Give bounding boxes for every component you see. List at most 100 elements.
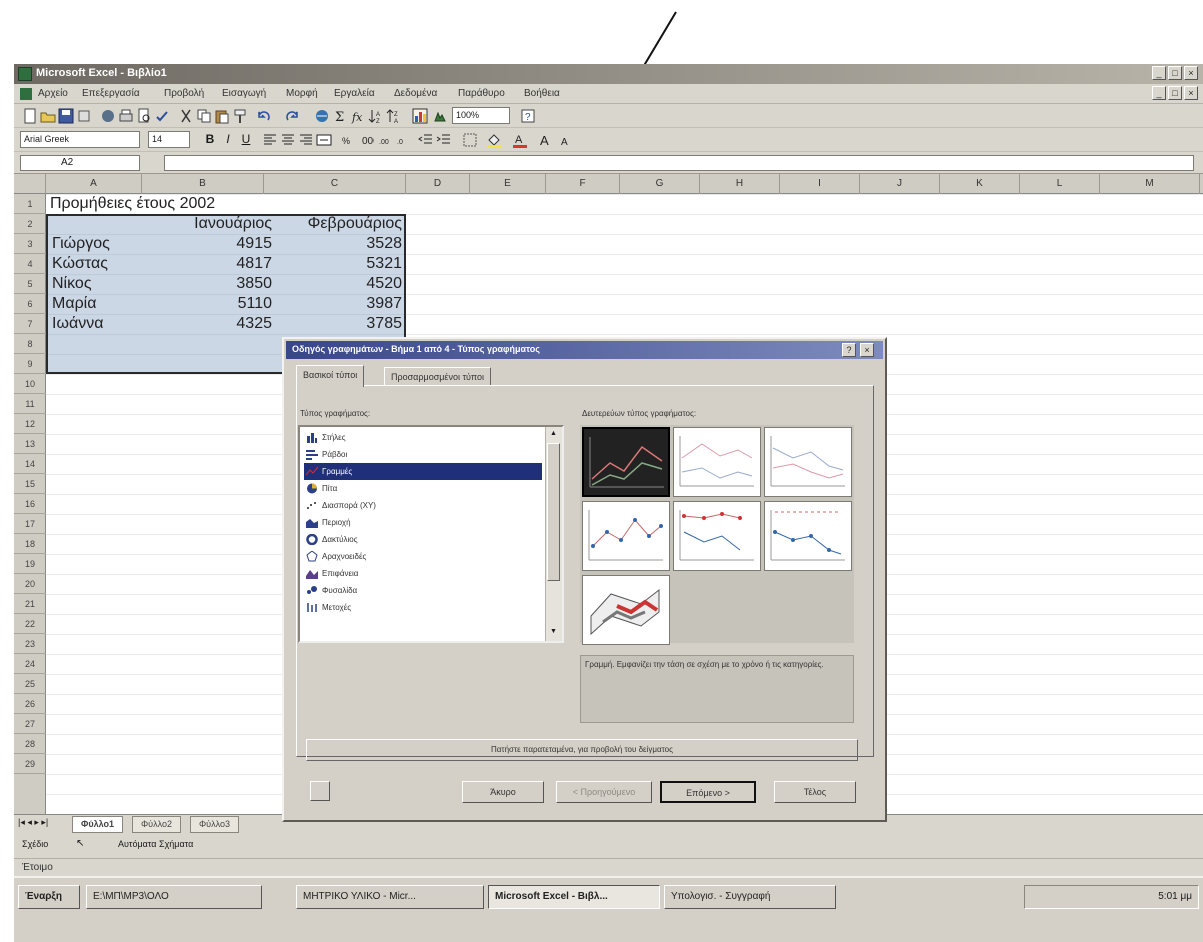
row-header[interactable]: 24 (14, 654, 46, 674)
table-cell[interactable]: Νίκος (52, 274, 92, 294)
underline-button[interactable]: U (238, 132, 254, 148)
menu-view[interactable]: Προβολή (164, 88, 204, 99)
maximize-button[interactable]: □ (1168, 66, 1182, 80)
list-item[interactable]: Στήλες (304, 429, 542, 446)
fill-color-icon[interactable] (486, 132, 502, 148)
list-item[interactable]: Επιφάνεια (304, 565, 542, 582)
cut-icon[interactable] (178, 108, 194, 124)
chart-type-list[interactable]: Στήλες Ράβδοι Γραμμές Πίτα Διασπορά (XY)… (298, 425, 564, 643)
select-all-corner[interactable] (14, 174, 46, 194)
subtype-thumbnail[interactable] (673, 427, 761, 497)
row-header[interactable]: 19 (14, 554, 46, 574)
column-header[interactable]: K (940, 174, 1020, 194)
row-header[interactable]: 22 (14, 614, 46, 634)
sort-ascending-icon[interactable]: AZ (368, 108, 384, 124)
column-header[interactable]: I (780, 174, 860, 194)
row-header[interactable]: 6 (14, 294, 46, 314)
column-header[interactable]: D (406, 174, 470, 194)
row-header[interactable]: 14 (14, 454, 46, 474)
list-item[interactable]: Ράβδοι (304, 446, 542, 463)
menu-help[interactable]: Βοήθεια (524, 88, 560, 99)
header-cell[interactable]: Φεβρουάριος (272, 214, 402, 234)
row-header[interactable]: 10 (14, 374, 46, 394)
autosum-icon[interactable]: Σ (332, 108, 348, 124)
sheet-tab-active[interactable]: Φύλλο1 (72, 816, 124, 833)
redo-icon[interactable] (284, 108, 300, 124)
list-item[interactable]: Φυσαλίδα (304, 582, 542, 599)
borders-icon[interactable] (462, 132, 478, 148)
email-icon[interactable] (100, 108, 116, 124)
press-and-hold-button[interactable]: Πατήστε παρατεταμένα, για προβολή του δε… (306, 739, 858, 761)
subtype-thumbnail-selected[interactable] (582, 427, 670, 497)
row-header[interactable]: 1 (14, 194, 46, 214)
hyperlink-icon[interactable] (314, 108, 330, 124)
scroll-up-arrow[interactable]: ▲ (546, 427, 561, 441)
taskbar-button[interactable]: ΜΗΤΡΙΚΟ ΥΛΙΚΟ - Micr... (296, 885, 484, 909)
table-cell[interactable]: 4325 (146, 314, 272, 334)
tab-standard-types[interactable]: Βασικοί τύποι (296, 365, 365, 387)
copy-icon[interactable] (196, 108, 212, 124)
zoom-combo[interactable]: 100% (452, 107, 510, 124)
column-header[interactable]: J (860, 174, 940, 194)
chart-wizard-icon[interactable] (412, 108, 428, 124)
row-header[interactable]: 15 (14, 474, 46, 494)
italic-button[interactable]: I (220, 132, 236, 148)
row-header[interactable]: 20 (14, 574, 46, 594)
cancel-button[interactable]: Άκυρο (462, 781, 544, 803)
sheet-title-cell[interactable]: Προμήθειες έτους 2002 (50, 194, 215, 214)
list-item[interactable]: Δακτύλιος (304, 531, 542, 548)
row-header[interactable]: 8 (14, 334, 46, 354)
font-color-icon[interactable]: A (512, 132, 528, 148)
menu-data[interactable]: Δεδομένα (394, 88, 437, 99)
row-header[interactable]: 2 (14, 214, 46, 234)
table-cell[interactable]: 4520 (272, 274, 402, 294)
row-header[interactable]: 13 (14, 434, 46, 454)
menu-window[interactable]: Παράθυρο (458, 88, 505, 99)
font-size-combo[interactable]: 14 (148, 131, 190, 148)
table-cell[interactable]: 3987 (272, 294, 402, 314)
doc-close-button[interactable]: × (1184, 86, 1198, 100)
table-cell[interactable]: 3785 (272, 314, 402, 334)
row-header[interactable]: 4 (14, 254, 46, 274)
align-center-icon[interactable] (280, 132, 296, 148)
doc-minimize-button[interactable]: _ (1152, 86, 1166, 100)
table-cell[interactable]: Κώστας (52, 254, 108, 274)
currency-icon[interactable]: % (340, 132, 356, 148)
office-assistant-icon[interactable] (310, 781, 330, 801)
decrease-indent-icon[interactable] (418, 132, 434, 148)
close-button[interactable]: × (1184, 66, 1198, 80)
row-header[interactable]: 11 (14, 394, 46, 414)
subtype-thumbnail[interactable] (673, 501, 761, 571)
formula-input[interactable] (164, 155, 1194, 171)
name-box[interactable]: A2 (20, 155, 140, 171)
increase-decimal-icon[interactable]: .00 (378, 132, 394, 148)
function-icon[interactable]: fx (350, 108, 366, 124)
comma-style-icon[interactable]: 000 (358, 132, 374, 148)
subtype-thumbnail[interactable] (582, 501, 670, 571)
subtype-thumbnail[interactable] (764, 427, 852, 497)
merge-center-icon[interactable] (316, 132, 332, 148)
row-header[interactable]: 27 (14, 714, 46, 734)
table-cell[interactable]: 4915 (146, 234, 272, 254)
print-icon[interactable] (118, 108, 134, 124)
row-header[interactable]: 3 (14, 234, 46, 254)
column-header[interactable]: E (470, 174, 546, 194)
sheet-tab[interactable]: Φύλλο2 (132, 816, 181, 833)
list-item[interactable]: Διασπορά (XY) (304, 497, 542, 514)
dialog-help-button[interactable]: ? (842, 343, 856, 357)
row-header[interactable]: 9 (14, 354, 46, 374)
row-header[interactable]: 23 (14, 634, 46, 654)
row-header[interactable]: 17 (14, 514, 46, 534)
chart-type-scrollbar[interactable]: ▲ ▼ (545, 427, 562, 641)
start-button[interactable]: Έναρξη (18, 885, 80, 909)
next-button[interactable]: Επόμενο > (660, 781, 756, 803)
menu-file[interactable]: Αρχείο (38, 88, 68, 99)
dialog-close-button[interactable]: × (860, 343, 874, 357)
taskbar-button-active[interactable]: Microsoft Excel - Βιβλ... (488, 885, 660, 909)
align-left-icon[interactable] (262, 132, 278, 148)
finish-button[interactable]: Τέλος (774, 781, 856, 803)
draw-menu[interactable]: Σχέδιο (22, 839, 48, 849)
column-header[interactable]: M (1100, 174, 1200, 194)
row-header[interactable]: 12 (14, 414, 46, 434)
help-icon[interactable]: ? (520, 108, 536, 124)
